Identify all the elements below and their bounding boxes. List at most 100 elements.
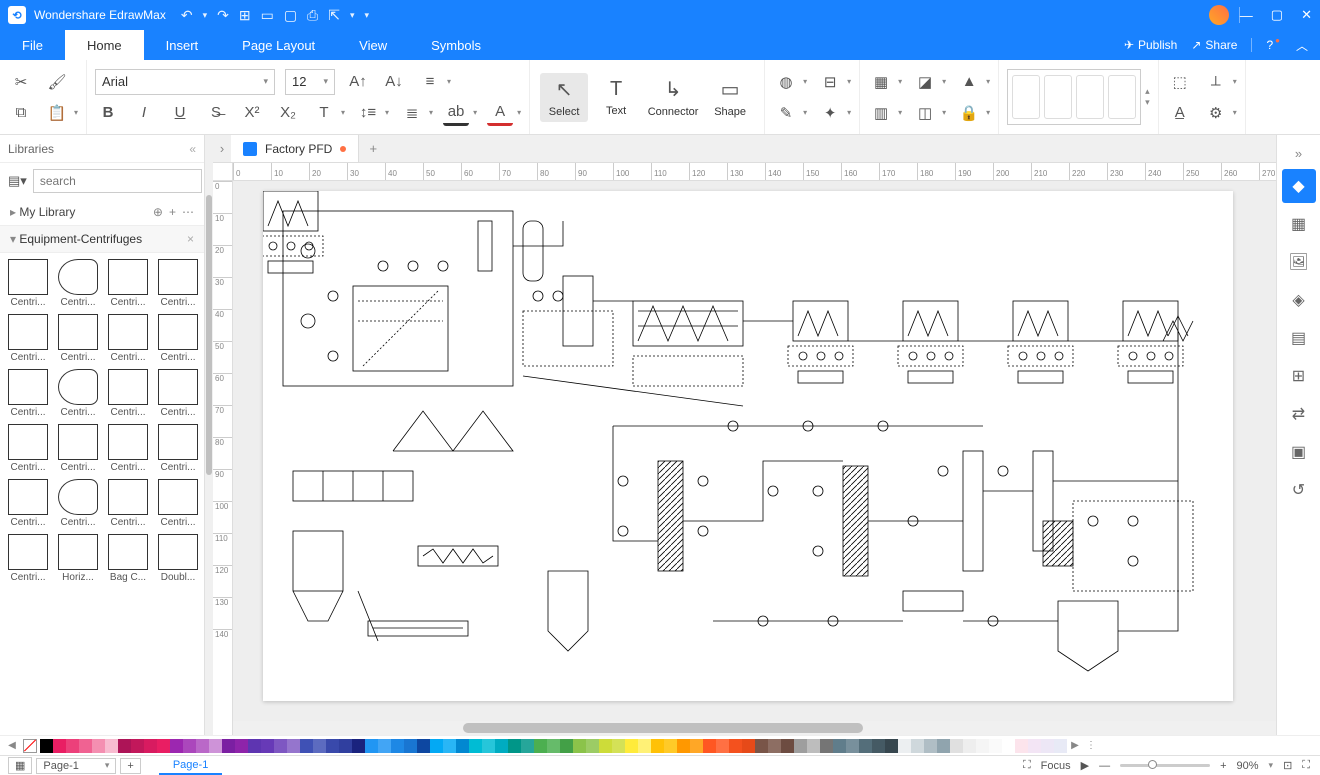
shape-item[interactable]: Centri... xyxy=(154,367,202,420)
color-swatch[interactable] xyxy=(963,739,976,753)
color-swatch[interactable] xyxy=(677,739,690,753)
color-swatch[interactable] xyxy=(742,739,755,753)
minimize-icon[interactable]: — xyxy=(1240,8,1253,23)
preset-1[interactable] xyxy=(1012,75,1040,119)
color-swatch[interactable] xyxy=(326,739,339,753)
tab-insert[interactable]: Insert xyxy=(144,30,221,60)
maximize-icon[interactable]: ▢ xyxy=(1271,7,1283,23)
color-swatch[interactable] xyxy=(170,739,183,753)
distribute-icon[interactable]: ✦ xyxy=(817,100,843,126)
color-swatch[interactable] xyxy=(898,739,911,753)
color-swatch[interactable] xyxy=(924,739,937,753)
color-swatch[interactable] xyxy=(729,739,742,753)
strike-icon[interactable]: S̶ xyxy=(203,100,229,126)
color-swatch[interactable] xyxy=(235,739,248,753)
select-tool[interactable]: ↖Select xyxy=(540,73,588,122)
collapse-library-icon[interactable]: « xyxy=(189,142,196,156)
preset-down[interactable]: ▾ xyxy=(1145,97,1150,108)
fullscreen-icon[interactable]: ⛶ xyxy=(1302,759,1310,772)
color-swatch[interactable] xyxy=(547,739,560,753)
color-swatch[interactable] xyxy=(131,739,144,753)
color-swatch[interactable] xyxy=(989,739,1002,753)
shape-item[interactable]: Centri... xyxy=(4,422,52,475)
color-swatch[interactable] xyxy=(937,739,950,753)
subscript-icon[interactable]: X₂ xyxy=(275,100,301,126)
palette-next-icon[interactable]: ▶ xyxy=(1067,740,1083,751)
page-tab[interactable]: Page-1 xyxy=(159,757,222,775)
add-lib-icon[interactable]: ⊕ xyxy=(153,205,163,219)
edit-icon[interactable]: ⚙ xyxy=(1203,100,1229,126)
help-button[interactable]: ?● xyxy=(1266,38,1282,52)
bring-front-icon[interactable]: ◪ xyxy=(912,69,938,95)
color-swatch[interactable] xyxy=(105,739,118,753)
color-swatch[interactable] xyxy=(781,739,794,753)
present-icon[interactable]: ▣ xyxy=(1282,435,1316,469)
align-obj-icon[interactable]: ⊟ xyxy=(817,69,843,95)
close-icon[interactable]: ✕ xyxy=(1301,7,1312,23)
color-swatch[interactable] xyxy=(391,739,404,753)
superscript-icon[interactable]: X² xyxy=(239,100,265,126)
color-swatch[interactable] xyxy=(664,739,677,753)
shape-item[interactable]: Centri... xyxy=(104,367,152,420)
color-swatch[interactable] xyxy=(339,739,352,753)
color-swatch[interactable] xyxy=(443,739,456,753)
color-swatch[interactable] xyxy=(40,739,53,753)
color-swatch[interactable] xyxy=(469,739,482,753)
color-swatch[interactable] xyxy=(196,739,209,753)
close-category-icon[interactable]: × xyxy=(187,232,194,246)
shape-item[interactable]: Centri... xyxy=(104,257,152,310)
shape-item[interactable]: Centri... xyxy=(54,477,102,530)
shape-item[interactable]: Bag C... xyxy=(104,532,152,585)
lock-icon[interactable]: 🔒 xyxy=(956,100,982,126)
focus-target-icon[interactable]: ⛶ xyxy=(1023,759,1031,772)
page-grid-icon[interactable]: ▦ xyxy=(8,757,32,774)
line-spacing-icon[interactable]: ↕≡ xyxy=(355,100,381,126)
document-tab[interactable]: Factory PFD xyxy=(231,135,359,162)
preset-4[interactable] xyxy=(1108,75,1136,119)
plus-lib-icon[interactable]: + xyxy=(169,205,176,219)
category-header[interactable]: Equipment-Centrifuges xyxy=(19,232,142,246)
color-swatch[interactable] xyxy=(521,739,534,753)
underline-icon[interactable]: U xyxy=(167,100,193,126)
undo-dropdown-icon[interactable]: ▾ xyxy=(203,10,208,21)
font-family-combo[interactable]: Arial▾ xyxy=(95,69,275,95)
color-swatch[interactable] xyxy=(911,739,924,753)
fill-icon[interactable]: ◍ xyxy=(773,69,799,95)
color-swatch[interactable] xyxy=(1015,739,1028,753)
drawing-page[interactable] xyxy=(263,191,1233,701)
color-swatch[interactable] xyxy=(456,739,469,753)
connector-tool[interactable]: ↳Connector xyxy=(644,73,702,122)
save-icon[interactable]: ▢ xyxy=(284,7,297,24)
tab-page-layout[interactable]: Page Layout xyxy=(220,30,337,60)
color-swatch[interactable] xyxy=(482,739,495,753)
rotate-icon[interactable]: ▲ xyxy=(956,69,982,95)
color-swatch[interactable] xyxy=(976,739,989,753)
color-swatch[interactable] xyxy=(92,739,105,753)
color-swatch[interactable] xyxy=(352,739,365,753)
font-color-icon[interactable]: A xyxy=(487,100,513,126)
font-size-combo[interactable]: 12▾ xyxy=(285,69,335,95)
color-swatch[interactable] xyxy=(157,739,170,753)
color-swatch[interactable] xyxy=(495,739,508,753)
collapse-right-icon[interactable]: » xyxy=(1295,141,1302,165)
color-swatch[interactable] xyxy=(625,739,638,753)
color-swatch[interactable] xyxy=(66,739,79,753)
color-swatch[interactable] xyxy=(586,739,599,753)
color-swatch[interactable] xyxy=(755,739,768,753)
shape-item[interactable]: Horiz... xyxy=(54,532,102,585)
shape-item[interactable]: Centri... xyxy=(4,312,52,365)
color-swatch[interactable] xyxy=(261,739,274,753)
color-swatch[interactable] xyxy=(430,739,443,753)
paste-icon[interactable]: 📋 xyxy=(44,100,70,126)
color-swatch[interactable] xyxy=(794,739,807,753)
shape-item[interactable]: Centri... xyxy=(154,422,202,475)
color-swatch[interactable] xyxy=(846,739,859,753)
library-search-input[interactable] xyxy=(33,169,202,193)
color-swatch[interactable] xyxy=(417,739,430,753)
line-icon[interactable]: ✎ xyxy=(773,100,799,126)
library-menu-icon[interactable]: ▤▾ xyxy=(8,173,27,189)
color-swatch[interactable] xyxy=(1041,739,1054,753)
highlight-icon[interactable]: ab xyxy=(443,100,469,126)
color-swatch[interactable] xyxy=(287,739,300,753)
color-swatch[interactable] xyxy=(833,739,846,753)
